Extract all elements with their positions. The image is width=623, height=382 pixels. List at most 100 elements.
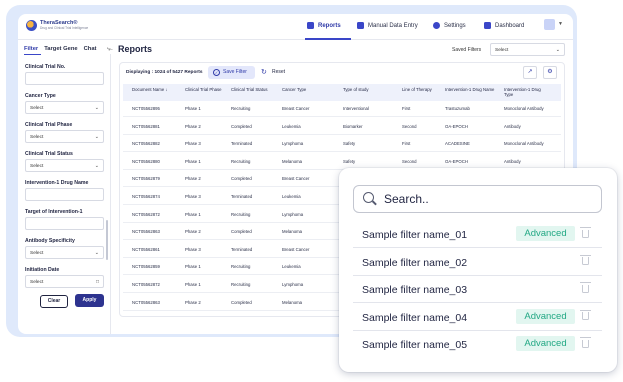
table-cell: Phase 1 xyxy=(185,158,201,164)
column-header[interactable]: Intervention-1 Drug Name xyxy=(445,87,500,93)
chevron-down-icon: ⌄ xyxy=(94,104,99,111)
filter-label-initiation-date: Initiation Date xyxy=(25,267,60,273)
table-cell: Phase 2 xyxy=(185,229,201,235)
chevron-down-icon: ⌄ xyxy=(555,46,560,53)
saved-filter-item[interactable]: Sample filter name_05 Advanced xyxy=(349,332,603,359)
trial-no-input[interactable] xyxy=(25,72,104,85)
reset-button[interactable]: ↻ Reset xyxy=(261,66,285,79)
export-icon[interactable]: ↗ xyxy=(523,66,537,79)
trial-status-select[interactable]: Select ⌄ xyxy=(25,159,104,172)
table-cell: Recruiting xyxy=(231,106,251,111)
column-header[interactable]: Clinical Trial Status xyxy=(231,87,278,93)
tab-active-indicator xyxy=(24,54,41,56)
nav-settings[interactable]: Settings xyxy=(433,22,466,29)
saved-filter-item[interactable]: Sample filter name_02 xyxy=(349,250,603,277)
check-icon: ✓ xyxy=(213,69,220,76)
column-header[interactable]: Intervention-1 Drug Type xyxy=(504,87,544,98)
table-cell: Melanoma xyxy=(282,158,303,164)
sidebar-scrollbar[interactable] xyxy=(106,220,108,260)
chevron-down-icon[interactable]: ▼ xyxy=(558,21,563,27)
table-cell: NCT05562880 xyxy=(132,158,160,164)
table-cell: Phase 1 xyxy=(185,211,201,217)
reports-icon xyxy=(307,22,314,29)
table-cell: NCT05562861 xyxy=(132,246,160,252)
saved-filter-item[interactable]: Sample filter name_01 Advanced xyxy=(349,222,603,249)
user-avatar[interactable] xyxy=(544,19,555,30)
table-cell: Leukemia xyxy=(282,264,301,270)
tab-filter[interactable]: Filter xyxy=(24,46,38,52)
table-cell: Recruiting xyxy=(231,211,251,217)
table-cell: Melanoma xyxy=(282,229,303,235)
table-cell: Breast Cancer xyxy=(282,246,310,252)
trash-icon[interactable] xyxy=(580,227,591,238)
table-cell: NCT05562872 xyxy=(132,211,160,217)
saved-filter-item[interactable]: Sample filter name_03 xyxy=(349,277,603,304)
gear-icon[interactable]: ⚙ xyxy=(543,66,557,79)
saved-filter-item[interactable]: Sample filter name_04 Advanced xyxy=(349,305,603,332)
table-cell: OA-EPOCH xyxy=(445,123,468,129)
filter-label-cancer-type: Cancer Type xyxy=(25,93,56,99)
cancer-type-select[interactable]: Select ⌄ xyxy=(25,101,104,114)
column-header[interactable]: Type of study xyxy=(343,87,398,93)
target-input[interactable] xyxy=(25,217,104,230)
table-cell: NCT05562863 xyxy=(132,229,160,235)
table-cell: Interventional xyxy=(343,106,369,111)
table-cell: Antibody xyxy=(504,158,521,164)
nav-dashboard[interactable]: Dashboard xyxy=(484,22,524,29)
table-cell: Completed xyxy=(231,176,252,182)
save-filter-button[interactable]: ✓ Save Filter xyxy=(208,66,255,79)
clear-button[interactable]: Clear xyxy=(40,295,68,308)
apply-button[interactable]: Apply xyxy=(75,294,104,307)
tab-target-gene[interactable]: Target Gene xyxy=(44,46,77,52)
column-header[interactable]: Document Name ↓ xyxy=(132,87,181,93)
display-count: Displaying : 1024 of 5427 Reports xyxy=(126,70,203,75)
tab-chat[interactable]: Chat xyxy=(84,46,97,52)
table-cell: Phase 2 xyxy=(185,123,201,129)
initiation-date-picker[interactable]: Select □ xyxy=(25,275,104,288)
antibody-select[interactable]: Select ⌄ xyxy=(25,246,104,259)
table-cell: Phase 1 xyxy=(185,282,201,287)
table-cell: Terminated xyxy=(231,194,253,199)
saved-filter-name: Sample filter name_01 xyxy=(362,229,468,241)
column-header[interactable]: Cancer Type xyxy=(282,87,339,93)
trash-icon[interactable] xyxy=(580,309,591,321)
table-cell: Monoclonal Antibody xyxy=(504,106,544,111)
table-cell: NCT05562863 xyxy=(132,299,160,305)
table-cell: Phase 1 xyxy=(185,106,201,111)
table-cell: First xyxy=(402,106,411,111)
saved-filters-select[interactable]: Select ⌄ xyxy=(490,43,565,56)
back-arrow-icon[interactable]: ← xyxy=(107,46,114,53)
saved-filter-name: Sample filter name_03 xyxy=(362,284,468,296)
search-icon xyxy=(363,192,374,203)
filter-label-trial-phase: Clinical Trial Phase xyxy=(25,122,73,128)
filter-label-antibody: Antibody Specificity xyxy=(25,238,75,244)
table-cell: Safety xyxy=(343,141,356,147)
list-divider xyxy=(353,274,602,276)
table-cell: OA-EPOCH xyxy=(445,158,468,164)
table-cell: NCT05562874 xyxy=(132,194,160,199)
nav-manual-data-entry[interactable]: Manual Data Entry xyxy=(357,22,418,29)
sidebar-divider xyxy=(110,54,111,334)
table-cell: Phase 3 xyxy=(185,194,201,199)
table-cell: Recruiting xyxy=(231,264,251,270)
drug-name-input[interactable] xyxy=(25,188,104,201)
nav-reports[interactable]: Reports xyxy=(307,22,341,29)
column-header[interactable]: Clinical Trial Phase xyxy=(185,87,227,93)
table-cell: Terminated xyxy=(231,141,253,147)
logo[interactable]: TheraSearch® Drug and Clinical Trial Int… xyxy=(26,20,88,31)
table-cell: Lymphoma xyxy=(282,141,304,147)
saved-filter-name: Sample filter name_02 xyxy=(362,256,468,269)
column-header[interactable]: Line of Therapy xyxy=(402,87,441,93)
filter-label-target: Target of Intervention-1 xyxy=(25,209,83,215)
logo-mark-icon xyxy=(26,20,37,31)
table-cell: NCT05562881 xyxy=(132,123,160,129)
trash-icon[interactable] xyxy=(580,254,591,266)
trash-icon[interactable] xyxy=(580,282,591,293)
trash-icon[interactable] xyxy=(580,337,591,348)
saved-filter-name: Sample filter name_04 xyxy=(362,311,468,324)
trial-phase-select[interactable]: Select ⌄ xyxy=(25,130,104,143)
table-cell: Lymphoma xyxy=(282,211,304,217)
nav-active-indicator xyxy=(305,38,351,40)
page-title: Reports xyxy=(118,44,153,54)
table-cell: Lymphoma xyxy=(282,282,304,287)
